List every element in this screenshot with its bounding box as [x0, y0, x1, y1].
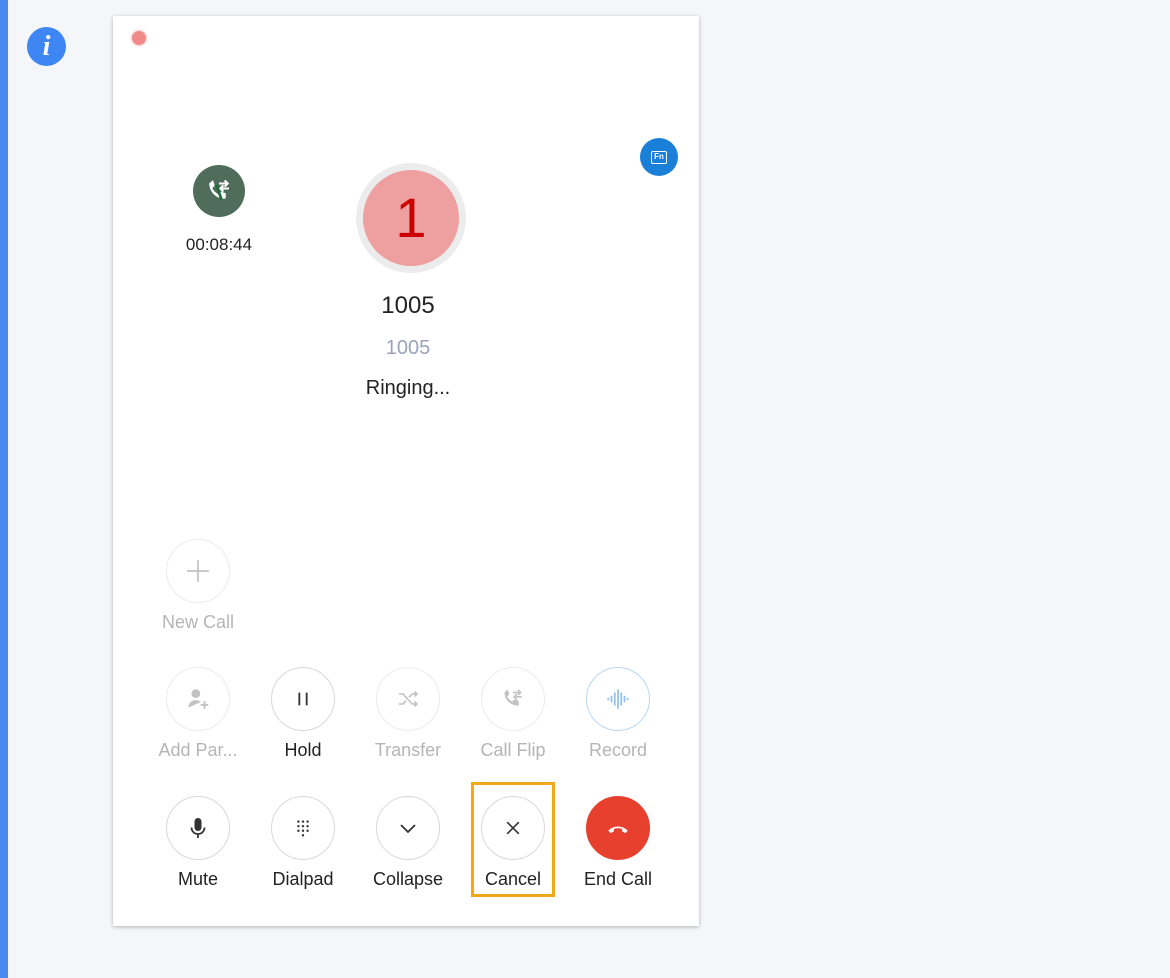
- status-dot: [132, 31, 146, 45]
- info-icon: i: [27, 27, 66, 66]
- collapse-circle[interactable]: [376, 796, 440, 860]
- callee-number: 1005: [385, 337, 431, 359]
- plus-icon: [187, 560, 209, 582]
- cancel-highlight-frame: [471, 782, 555, 897]
- call-flip-label: Call Flip: [480, 740, 546, 760]
- mute-circle[interactable]: [166, 796, 230, 860]
- new-call-button[interactable]: New Call: [143, 539, 253, 633]
- hang-up-icon: [608, 826, 628, 834]
- collapse-label: Collapse: [372, 869, 444, 889]
- record-button[interactable]: Record: [563, 667, 673, 761]
- transfer-label: Transfer: [374, 740, 442, 760]
- add-participant-button[interactable]: Add Par...: [143, 667, 253, 761]
- end-call-circle[interactable]: [586, 796, 650, 860]
- microphone-icon: [190, 818, 206, 838]
- call-flip-button[interactable]: Call Flip: [458, 667, 568, 761]
- mute-label: Mute: [177, 869, 219, 889]
- call-flip-icon: [504, 689, 522, 706]
- avatar-ring: 1: [356, 163, 466, 273]
- dialpad-label: Dialpad: [272, 869, 334, 889]
- hold-button[interactable]: Hold: [248, 667, 358, 761]
- held-call-button[interactable]: [193, 165, 245, 217]
- record-circle[interactable]: [586, 667, 650, 731]
- hold-circle[interactable]: [271, 667, 335, 731]
- add-person-icon: [188, 689, 209, 709]
- held-call-timer: 00:08:44: [185, 235, 253, 254]
- pause-icon: [298, 692, 308, 706]
- transfer-circle[interactable]: [376, 667, 440, 731]
- hold-label: Hold: [284, 740, 322, 760]
- dialpad-icon: [297, 820, 309, 837]
- call-flip-circle[interactable]: [481, 667, 545, 731]
- new-call-circle[interactable]: [166, 539, 230, 603]
- add-participant-label: Add Par...: [158, 740, 238, 760]
- record-label: Record: [588, 740, 648, 760]
- call-panel: Fn 00:08:44 1 1005 1005 Ringing... New C…: [113, 16, 699, 926]
- transfer-button[interactable]: Transfer: [353, 667, 463, 761]
- fn-key-button[interactable]: Fn: [640, 138, 678, 176]
- shuffle-icon: [399, 690, 419, 708]
- call-status: Ringing...: [365, 377, 451, 399]
- dialpad-circle[interactable]: [271, 796, 335, 860]
- waveform-icon: [607, 689, 629, 709]
- call-flip-icon: [209, 179, 230, 201]
- dialpad-button[interactable]: Dialpad: [248, 796, 358, 890]
- collapse-button[interactable]: Collapse: [353, 796, 463, 890]
- chevron-down-icon: [400, 824, 416, 834]
- add-participant-circle[interactable]: [166, 667, 230, 731]
- new-call-label: New Call: [161, 612, 235, 632]
- fn-icon: Fn: [651, 150, 667, 164]
- avatar: 1: [363, 170, 459, 266]
- left-accent-bar: [0, 0, 8, 978]
- end-call-label: End Call: [583, 869, 653, 889]
- end-call-button[interactable]: End Call: [563, 796, 673, 890]
- mute-button[interactable]: Mute: [143, 796, 253, 890]
- callee-name: 1005: [381, 292, 435, 319]
